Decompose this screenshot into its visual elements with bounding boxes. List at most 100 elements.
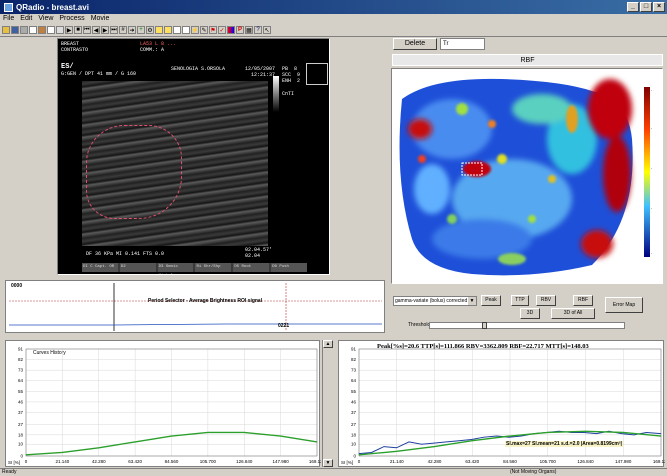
rbf-parametric-map[interactable]: - - - - - — [391, 68, 663, 284]
svg-text:-: - — [651, 126, 653, 130]
data-point — [98, 447, 100, 449]
3d-all-button[interactable]: 3D of All — [551, 308, 595, 319]
roi-outline[interactable] — [86, 125, 182, 219]
svg-text:-: - — [651, 206, 653, 210]
period-selector[interactable]: 0000 Period Selector - Average Brightnes… — [5, 280, 385, 333]
data-point — [621, 433, 622, 435]
menu-edit[interactable]: Edit — [20, 14, 32, 24]
prev-frame-icon[interactable]: ◀ — [92, 26, 100, 34]
p-icon[interactable]: P — [236, 26, 244, 34]
y-tick-label: 37 — [18, 410, 24, 415]
y-tick-label: 0 — [353, 454, 356, 459]
color-grid-icon[interactable] — [227, 26, 235, 34]
x-tick-label: 126.840 — [236, 459, 253, 464]
threshold-slider-thumb[interactable] — [482, 322, 488, 329]
data-point — [508, 436, 510, 438]
rbv-button[interactable]: RBV — [536, 295, 556, 306]
preview-icon[interactable] — [47, 26, 55, 34]
curve-fit-chart[interactable]: Peak[%s]=20.6 TTP[s]=111.866 RBV=3362.80… — [338, 340, 665, 467]
svg-text:-: - — [651, 166, 653, 170]
data-point — [660, 433, 662, 435]
minimize-button[interactable]: _ — [627, 2, 639, 12]
plus-icon[interactable]: + — [137, 26, 145, 34]
x-tick-label: 63.420 — [465, 459, 479, 464]
y-tick-label: 10 — [18, 442, 24, 447]
data-point — [446, 441, 447, 443]
scroll-up-icon[interactable]: ▲ — [323, 340, 333, 348]
us-comm: COMM.: A — [140, 47, 165, 53]
data-point — [61, 452, 63, 453]
ttp-button[interactable]: TTP — [511, 295, 529, 306]
print-icon[interactable] — [20, 26, 28, 34]
forward-icon[interactable]: ➜ — [128, 26, 136, 34]
x-tick-label: 42.280 — [428, 459, 442, 464]
square2-icon[interactable] — [182, 26, 190, 34]
us-btn-5[interactable]: D5 Root — [233, 263, 270, 272]
square-icon[interactable] — [173, 26, 181, 34]
us-btn-6[interactable]: D6 Push — [271, 263, 307, 272]
last-frame-icon[interactable]: ⏭ — [110, 26, 118, 34]
threshold-slider[interactable] — [429, 322, 625, 329]
save-icon[interactable] — [11, 26, 19, 34]
us-btn-4[interactable]: Ri Shr/Shp — [195, 263, 232, 272]
rbf-button[interactable]: RBF — [573, 295, 593, 306]
us-button-row: DI C Capt. OR D2 D3 Omnic Histol. Ri Shr… — [82, 263, 307, 272]
grid-icon[interactable]: ▦ — [245, 26, 253, 34]
pencil-icon[interactable]: ✎ — [200, 26, 208, 34]
menu-view[interactable]: View — [38, 14, 53, 24]
first-frame-icon[interactable]: ⏮ — [83, 26, 91, 34]
us-btn-1[interactable]: DI C Capt. OR — [82, 263, 118, 272]
data-point — [585, 430, 586, 432]
app-icon — [4, 2, 13, 12]
next-frame-icon[interactable]: ▶ — [101, 26, 109, 34]
maximize-button[interactable]: □ — [640, 2, 652, 12]
paste-icon[interactable] — [38, 26, 46, 34]
delete-button[interactable]: Delete — [393, 38, 437, 50]
us-bottom-line: DF 36 KPa MI 0.141 FTS 0.0 — [86, 251, 165, 257]
check-icon[interactable]: ✓ — [218, 26, 226, 34]
flag-icon[interactable]: ⚑ — [209, 26, 217, 34]
copy-icon[interactable] — [29, 26, 37, 34]
y-tick-label: 64 — [351, 378, 357, 383]
square-yellow-icon[interactable] — [155, 26, 163, 34]
close-button[interactable]: × — [653, 2, 665, 12]
x-tick-label: 169.120 — [309, 459, 321, 464]
menu-bar: File Edit View Process Movie — [0, 14, 667, 24]
open-icon[interactable] — [2, 26, 10, 34]
data-point — [434, 446, 435, 447]
counter-icon[interactable]: # — [119, 26, 127, 34]
3d-button[interactable]: 3D — [520, 308, 540, 319]
title-bar: QRadio - breast.avi _ □ × — [0, 0, 667, 14]
data-point — [471, 440, 473, 442]
roi-stats: Sl.max=27 Sl.mean=21 s.d.=2.0 |Area=0.81… — [505, 441, 623, 447]
scroll-down-icon[interactable]: ▼ — [323, 459, 333, 467]
us-btn-2[interactable]: D2 — [119, 263, 156, 272]
chevron-down-icon[interactable]: ▼ — [468, 297, 476, 305]
period-title: Period Selector - Average Brightness ROI… — [148, 298, 263, 304]
peak-button[interactable]: Peak — [481, 295, 501, 306]
arrow-icon[interactable]: ↖ — [263, 26, 271, 34]
chart-scrollbar[interactable]: ▲ ▼ — [322, 340, 333, 467]
square-yellow2-icon[interactable] — [164, 26, 172, 34]
ultrasound-view[interactable]: BREAST CONTRASTO LA53 L 8 ... COMM.: A E… — [57, 38, 330, 275]
error-map-button[interactable]: Error Map — [605, 297, 643, 313]
us-btn-3[interactable]: D3 Omnic Histol. — [157, 263, 194, 272]
menu-file[interactable]: File — [3, 14, 14, 24]
menu-movie[interactable]: Movie — [91, 14, 110, 24]
fit-method-select[interactable]: gamma-variate (bolus) corrected ▼ — [393, 296, 477, 306]
x-tick-label: 0 — [25, 459, 28, 464]
play-icon[interactable]: ▶ — [65, 26, 73, 34]
svg-text:-: - — [651, 88, 653, 92]
us-es: ES/ — [61, 63, 74, 71]
menu-process[interactable]: Process — [59, 14, 84, 24]
stop-icon[interactable]: ■ — [74, 26, 82, 34]
toolbar: ▶ ■ ⏮ ◀ ▶ ⏭ # ➜ + ⚙ ⚡ ✎ ⚑ ✓ P ▦ ? ↖ — [0, 24, 667, 37]
wand-icon[interactable]: ⚡ — [191, 26, 199, 34]
curves-history-chart[interactable]: Curves History 91 82 73 64 55 46 37 27 18 10 0 0 21.… — [5, 340, 321, 467]
gear-icon[interactable]: ⚙ — [146, 26, 154, 34]
help-icon[interactable]: ? — [254, 26, 262, 34]
cut-icon[interactable] — [56, 26, 64, 34]
roi-name-field[interactable]: Tr — [440, 38, 485, 50]
data-point — [596, 433, 597, 435]
y-tick-label: 55 — [351, 389, 357, 394]
